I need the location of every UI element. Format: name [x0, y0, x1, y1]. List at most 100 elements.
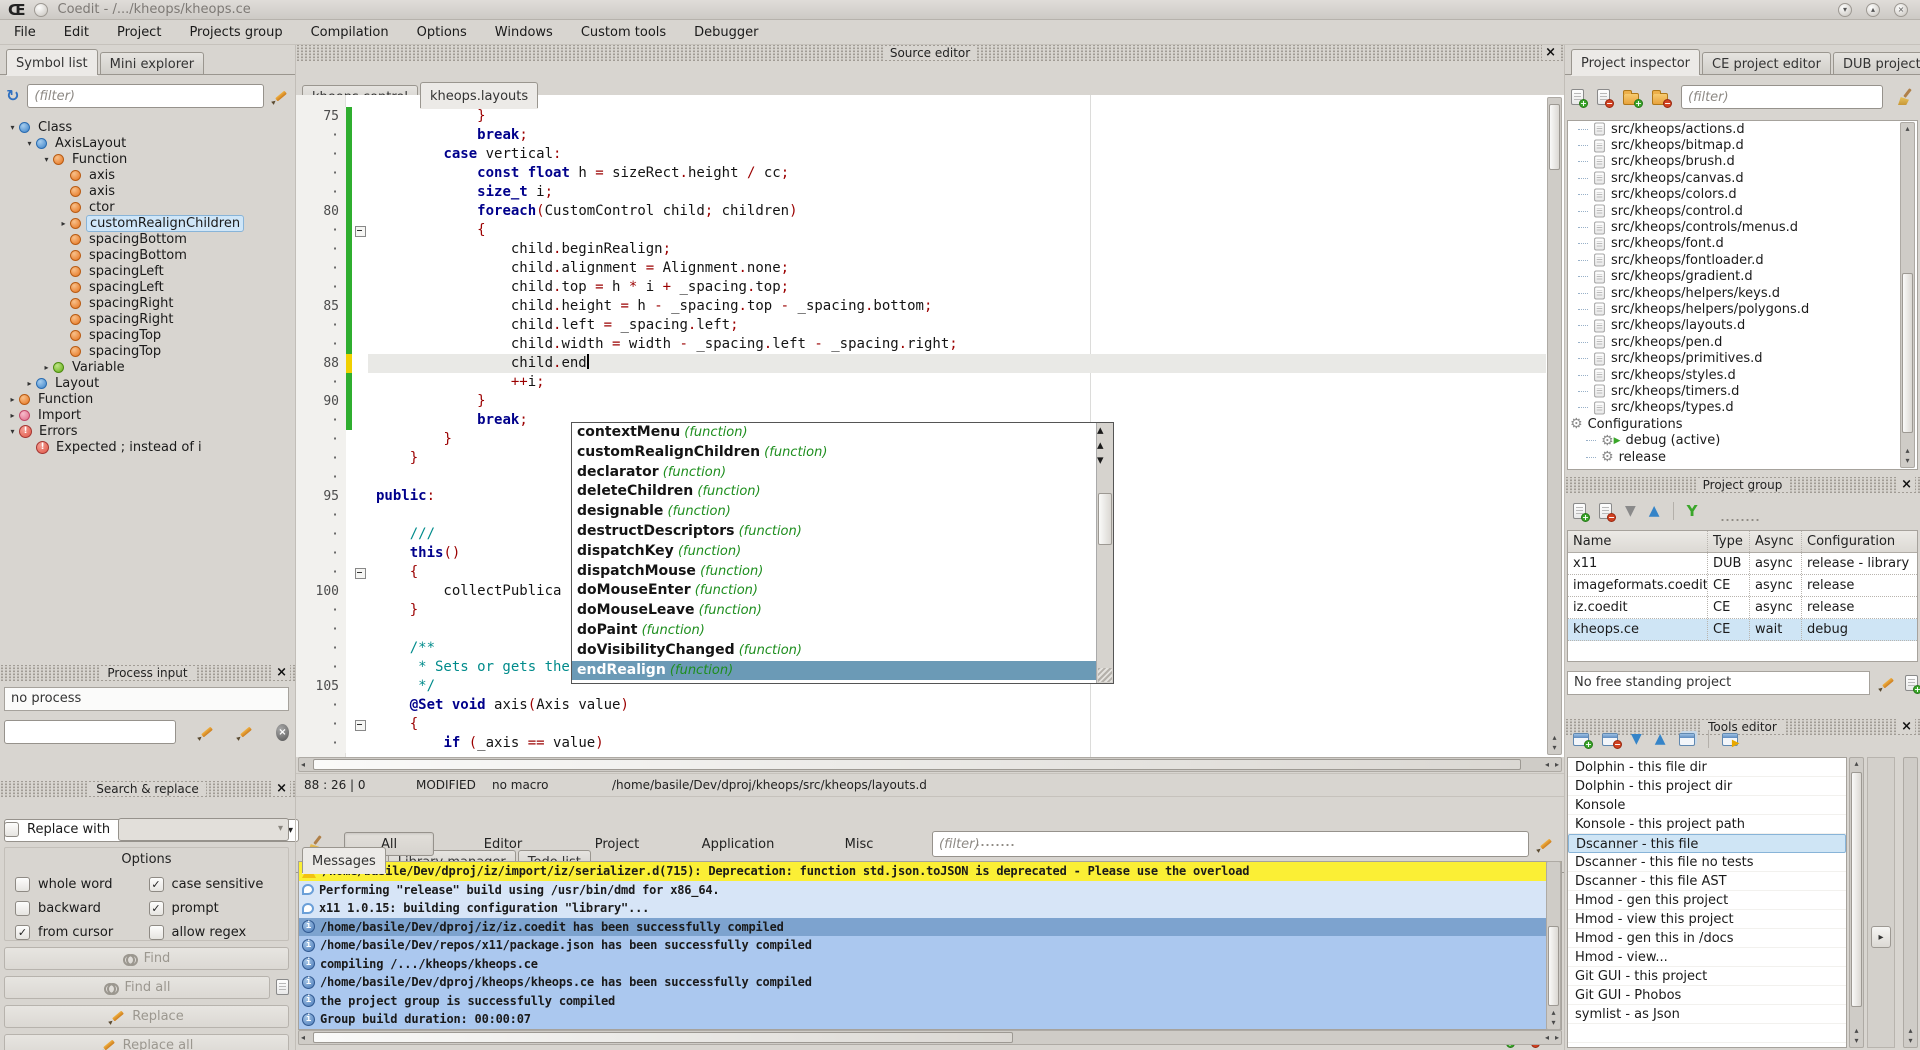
- config-release[interactable]: ⚙release: [1568, 449, 1917, 465]
- filter-project[interactable]: Project: [572, 832, 662, 856]
- maximize-button[interactable]: ▴: [1866, 3, 1880, 17]
- remove-project-icon[interactable]: −: [1599, 503, 1612, 519]
- column-header-async[interactable]: Async: [1750, 531, 1802, 552]
- tab-project-inspector[interactable]: Project inspector: [1571, 49, 1700, 75]
- tool-item-dolphin-this-project-dir[interactable]: Dolphin - this project dir: [1568, 777, 1846, 796]
- tool-item-git-gui-phobos[interactable]: Git GUI - Phobos: [1568, 986, 1846, 1005]
- completion-item-dispatchkey[interactable]: dispatchKey (function): [572, 542, 1096, 562]
- editor-tab-kheops-layouts[interactable]: kheops.layouts: [420, 82, 538, 108]
- close-icon[interactable]: ×: [273, 781, 290, 796]
- file-item-src-kheops-pen-d[interactable]: src/kheops/pen.d: [1568, 334, 1917, 350]
- completion-item-designable[interactable]: designable (function): [572, 502, 1096, 522]
- case-sensitive-checkbox[interactable]: ✓: [149, 877, 164, 892]
- symbol-filter-input[interactable]: [27, 84, 264, 108]
- expanded-arrow-icon[interactable]: ▾: [6, 123, 19, 132]
- log-message[interactable]: icompiling /.../kheops/kheops.ce: [299, 955, 1561, 974]
- tab-mini-explorer[interactable]: Mini explorer: [100, 52, 205, 75]
- tab-symbol-list[interactable]: Symbol list: [6, 49, 98, 75]
- column-header-configuration[interactable]: Configuration: [1802, 531, 1917, 552]
- log-message[interactable]: i/home/basile/Dev/dproj/iz/iz.coedit has…: [299, 918, 1561, 937]
- file-item-src-kheops-primitives-d[interactable]: src/kheops/primitives.d: [1568, 350, 1917, 366]
- remove-file-icon[interactable]: −: [1597, 89, 1610, 105]
- symbol-item-layout[interactable]: ▸Layout: [2, 375, 293, 391]
- tab-dub-project-editor[interactable]: DUB project editor: [1833, 52, 1920, 75]
- tool-item-symlist-as-json[interactable]: symlist - as Json: [1568, 1005, 1846, 1024]
- close-icon[interactable]: ×: [1898, 477, 1915, 492]
- inspector-filter-input[interactable]: [1681, 85, 1883, 109]
- find-button[interactable]: Find: [4, 947, 289, 970]
- log-message[interactable]: /home/basile/Dev/dproj/iz/import/iz/seri…: [299, 862, 1561, 881]
- completion-item-endrealign[interactable]: endRealign (function): [572, 661, 1096, 681]
- log-message[interactable]: x11 1.0.15: building configuration "libr…: [299, 899, 1561, 918]
- scroll-up-icon[interactable]: ▴: [1097, 423, 1104, 438]
- close-button[interactable]: ×: [1894, 3, 1908, 17]
- minimize-button[interactable]: ▾: [1838, 3, 1852, 17]
- filter-application[interactable]: Application: [686, 832, 790, 856]
- project-row-imageformats-coedit[interactable]: imageformats.coeditCEasyncrelease: [1568, 575, 1917, 597]
- fold-marker-icon[interactable]: [352, 221, 368, 240]
- file-item-src-kheops-helpers-keys-d[interactable]: src/kheops/helpers/keys.d: [1568, 285, 1917, 301]
- expanded-arrow-icon[interactable]: ▾: [6, 427, 19, 436]
- code-text[interactable]: break;: [368, 126, 1546, 145]
- prompt-checkbox[interactable]: ✓: [149, 901, 164, 916]
- tab-ce-project-editor[interactable]: CE project editor: [1702, 52, 1831, 75]
- replace-with-combo[interactable]: ▾: [118, 818, 289, 841]
- add-tool-icon[interactable]: +: [1573, 733, 1589, 746]
- code-text[interactable]: child.height = h - _spacing.top - _spaci…: [368, 297, 1546, 316]
- edit-icon[interactable]: [1879, 675, 1896, 692]
- completion-item-customrealignchildren[interactable]: customRealignChildren (function): [572, 443, 1096, 463]
- tools-right-scrollbar[interactable]: ▴ ▾: [1903, 757, 1918, 1048]
- code-text[interactable]: child.left = _spacing.left;: [368, 316, 1546, 335]
- symbol-item-axis[interactable]: axis: [2, 183, 293, 199]
- symbol-item-axis[interactable]: axis: [2, 167, 293, 183]
- project-row-x11[interactable]: x11DUBasyncrelease - library: [1568, 553, 1917, 575]
- messages-horizontal-scrollbar[interactable]: ◂ ◂ ▸: [298, 1030, 1562, 1045]
- file-item-src-kheops-types-d[interactable]: src/kheops/types.d: [1568, 400, 1917, 416]
- tab-messages[interactable]: Messages: [302, 847, 386, 873]
- collapsed-arrow-icon[interactable]: ▸: [6, 411, 19, 420]
- code-text[interactable]: case vertical:: [368, 145, 1546, 164]
- tool-item-hmod-view-this-project[interactable]: Hmod - view this project: [1568, 910, 1846, 929]
- code-text[interactable]: child.width = width - _spacing.left - _s…: [368, 335, 1546, 354]
- messages-options-icon[interactable]: [1537, 836, 1554, 853]
- completion-item-destructdescriptors[interactable]: destructDescriptors (function): [572, 522, 1096, 542]
- add-folder-icon[interactable]: +: [1623, 93, 1639, 105]
- code-text[interactable]: ++i;: [368, 373, 1546, 392]
- menu-custom-tools[interactable]: Custom tools: [581, 25, 666, 40]
- log-message[interactable]: Performing "release" build using /usr/bi…: [299, 881, 1561, 900]
- move-down-icon[interactable]: ▼: [1625, 503, 1636, 519]
- file-item-src-kheops-styles-d[interactable]: src/kheops/styles.d: [1568, 367, 1917, 383]
- title-bar[interactable]: Œ Coedit - /.../kheops/kheops.ce ▾ ▴ ×: [0, 0, 1920, 20]
- column-header-type[interactable]: Type: [1708, 531, 1750, 552]
- column-header-name[interactable]: Name: [1568, 531, 1708, 552]
- log-message[interactable]: i/home/basile/Dev/dproj/kheops/kheops.ce…: [299, 973, 1561, 992]
- menu-options[interactable]: Options: [417, 25, 467, 40]
- add-project-icon[interactable]: +: [1573, 503, 1586, 519]
- code-text[interactable]: foreach(CustomControl child; children): [368, 202, 1546, 221]
- menu-windows[interactable]: Windows: [495, 25, 553, 40]
- collapsed-arrow-icon[interactable]: ▸: [23, 379, 36, 388]
- symbol-options-icon[interactable]: [272, 88, 289, 105]
- backward-checkbox[interactable]: [15, 901, 30, 916]
- menu-debugger[interactable]: Debugger: [694, 25, 758, 40]
- symbol-item-spacingtop[interactable]: spacingTop: [2, 343, 293, 359]
- clone-tool-icon[interactable]: [1679, 733, 1695, 746]
- expanded-arrow-icon[interactable]: ▾: [40, 155, 53, 164]
- file-item-src-kheops-canvas-d[interactable]: src/kheops/canvas.d: [1568, 170, 1917, 186]
- tool-item-hmod-view[interactable]: Hmod - view...: [1568, 948, 1846, 967]
- code-text[interactable]: size_t i;: [368, 183, 1546, 202]
- completion-item-declarator[interactable]: declarator (function): [572, 463, 1096, 483]
- completion-item-domouseenter[interactable]: doMouseEnter (function): [572, 581, 1096, 601]
- collapsed-arrow-icon[interactable]: ▸: [57, 219, 70, 228]
- messages-vertical-scrollbar[interactable]: ▴ ▾: [1546, 861, 1561, 1030]
- menu-compilation[interactable]: Compilation: [311, 25, 389, 40]
- code-editor[interactable]: 75 }· break;· case vertical:· const floa…: [296, 95, 1564, 757]
- symbol-item-spacingright[interactable]: spacingRight: [2, 311, 293, 327]
- close-icon[interactable]: ×: [1542, 45, 1559, 60]
- fold-marker-icon[interactable]: [352, 715, 368, 734]
- menu-edit[interactable]: Edit: [64, 25, 89, 40]
- expand-tool-editor-button[interactable]: ▸: [1871, 926, 1891, 948]
- filter-editor[interactable]: Editor: [458, 832, 548, 856]
- filter-misc[interactable]: Misc: [814, 832, 904, 856]
- refresh-icon[interactable]: ↻: [6, 88, 19, 104]
